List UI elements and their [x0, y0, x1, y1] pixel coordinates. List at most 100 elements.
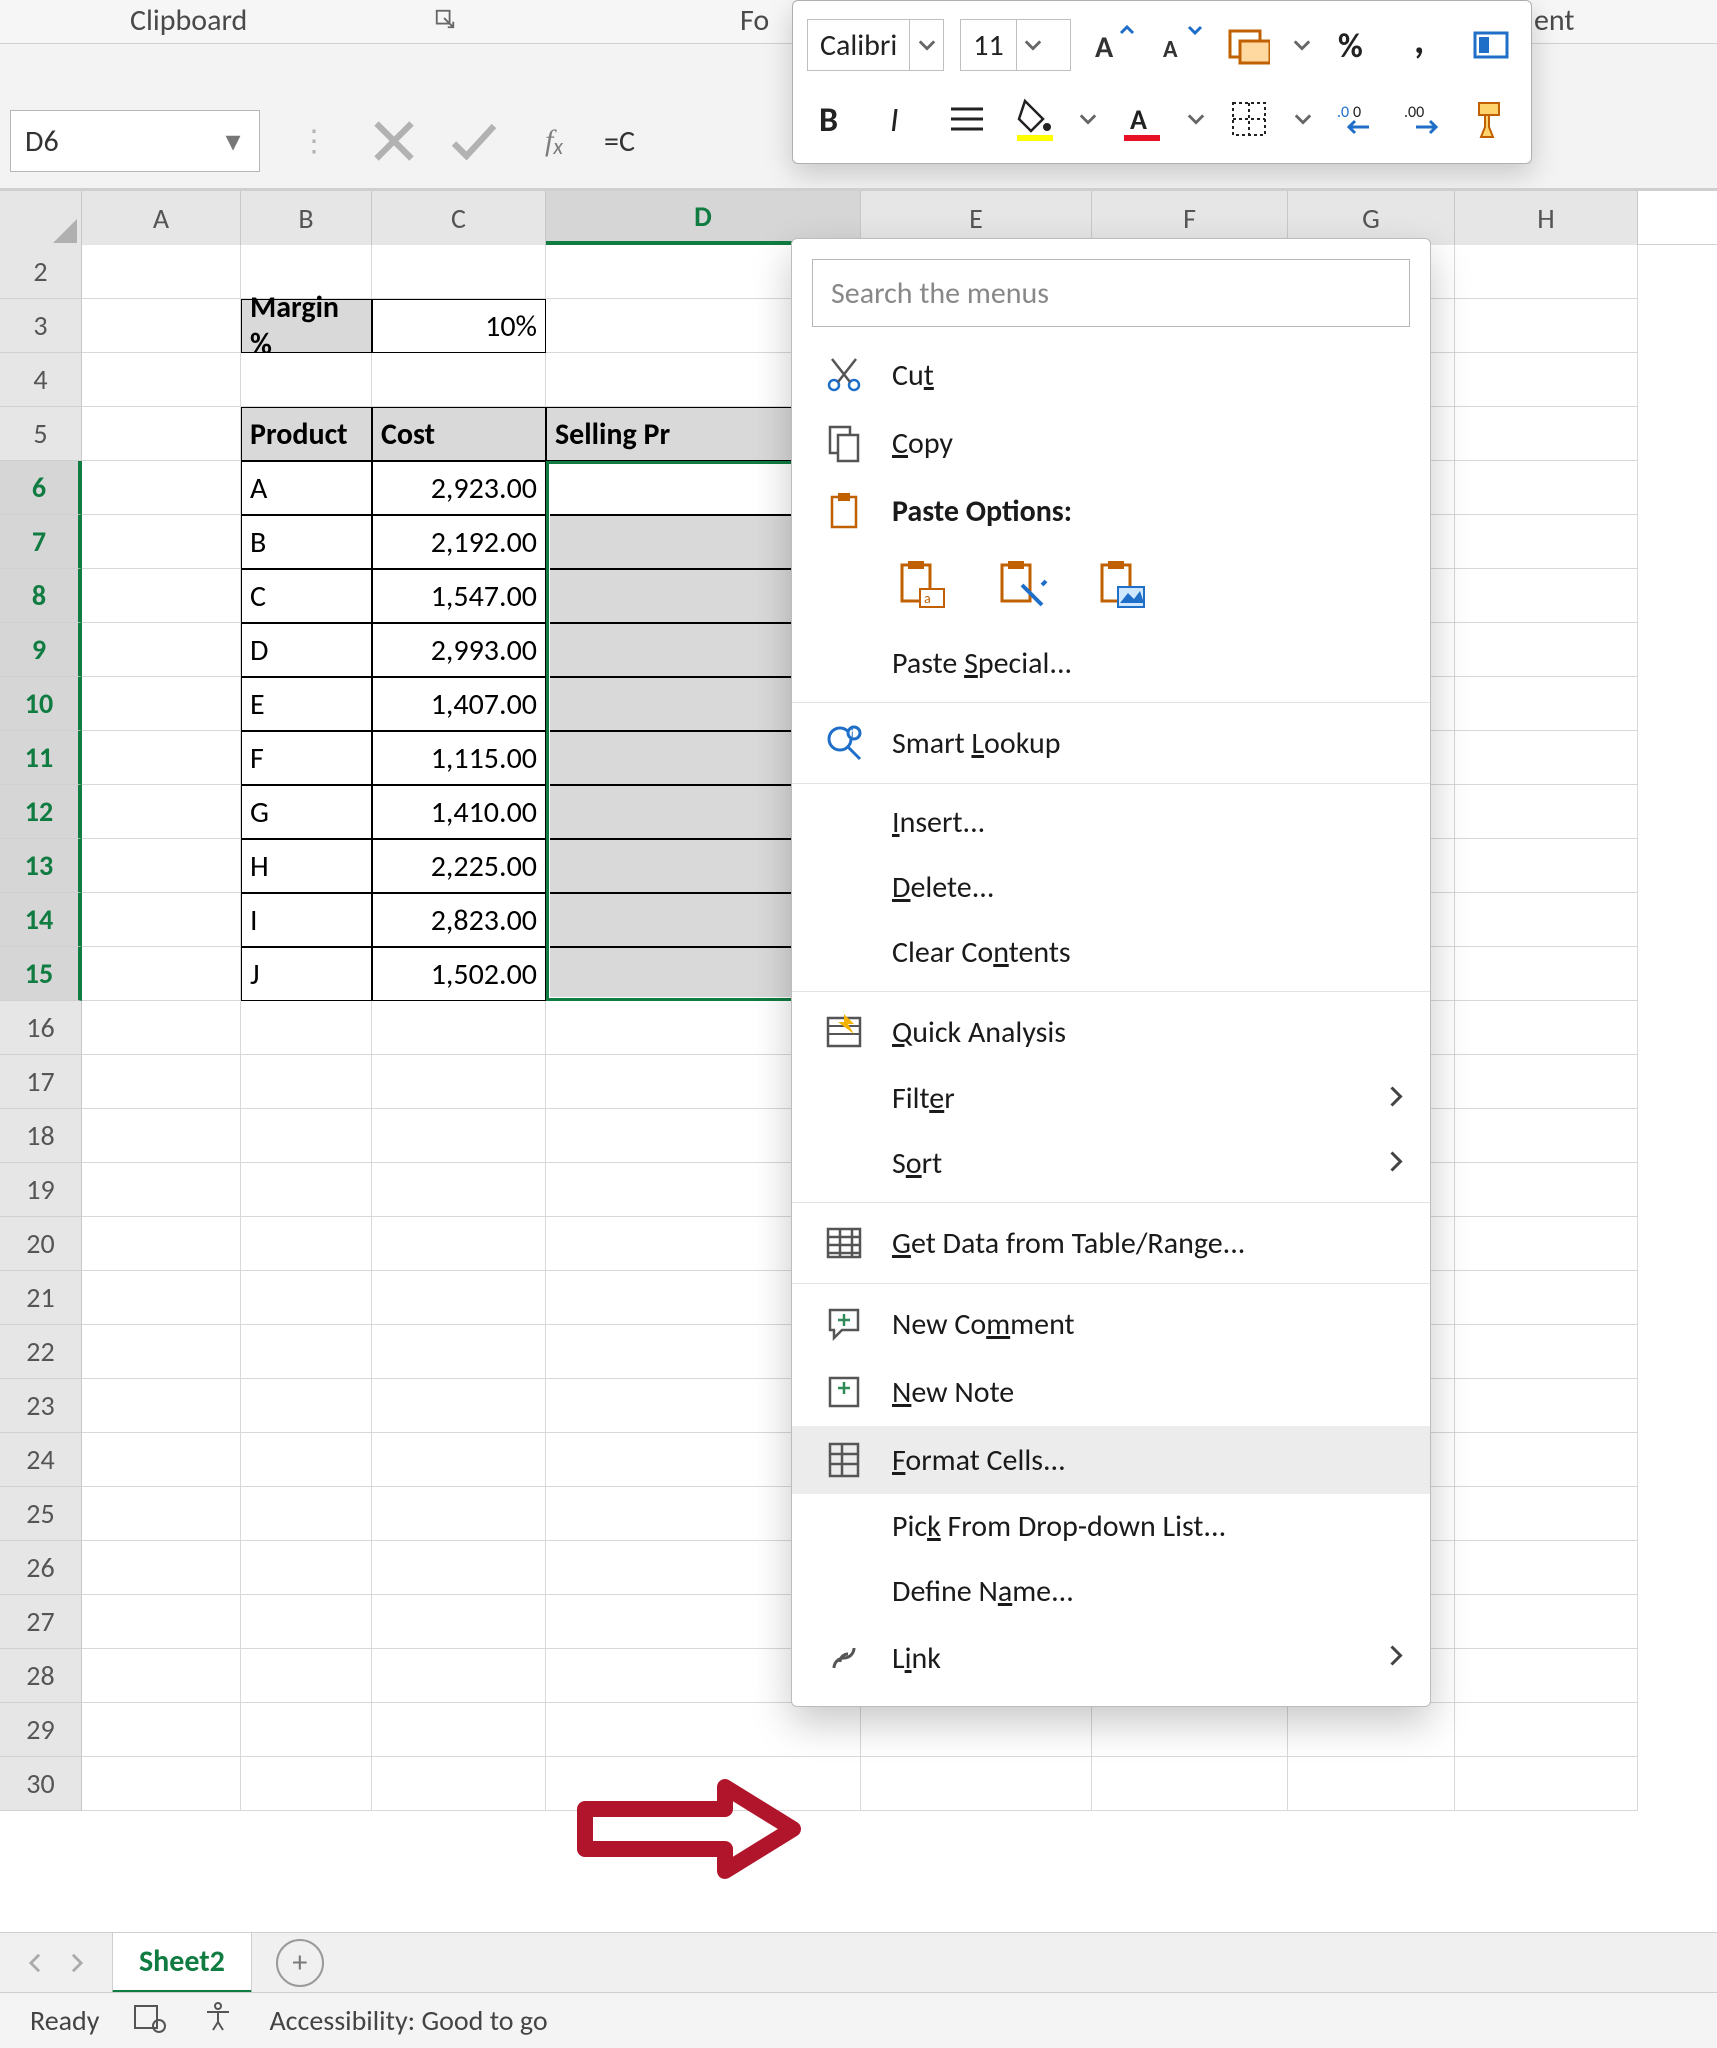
font-name-dropdown-icon[interactable] — [909, 20, 943, 70]
row-header-29[interactable]: 29 — [0, 1703, 82, 1757]
column-header-E[interactable]: E — [861, 191, 1092, 245]
cell[interactable]: B — [241, 515, 372, 569]
cell[interactable] — [82, 245, 241, 299]
cell[interactable] — [82, 1703, 241, 1757]
cell[interactable]: Product — [241, 407, 372, 461]
name-box-dropdown-icon[interactable]: ▾ — [215, 123, 251, 160]
cell[interactable] — [1455, 1433, 1638, 1487]
cell[interactable] — [372, 353, 546, 407]
column-header-A[interactable]: A — [82, 191, 241, 245]
paste-picture-icon[interactable] — [1092, 555, 1152, 615]
cell[interactable]: Margin % — [241, 299, 372, 353]
cell[interactable] — [546, 1703, 861, 1757]
cell[interactable]: D — [241, 623, 372, 677]
cell[interactable]: F — [241, 731, 372, 785]
cell[interactable] — [82, 1217, 241, 1271]
cell[interactable] — [1455, 677, 1638, 731]
column-header-G[interactable]: G — [1288, 191, 1455, 245]
clipboard-launcher-icon[interactable] — [432, 6, 458, 32]
row-header-11[interactable]: 11 — [0, 731, 82, 785]
percent-icon[interactable]: % — [1330, 17, 1382, 73]
cell[interactable]: 2,192.00 — [372, 515, 546, 569]
cell[interactable] — [372, 245, 546, 299]
cell[interactable] — [372, 1217, 546, 1271]
menu-define-name[interactable]: Define Name...Define Name... — [792, 1559, 1430, 1624]
cell[interactable] — [82, 1055, 241, 1109]
menu-link[interactable]: LinkLink — [792, 1624, 1430, 1692]
menu-delete[interactable]: Delete...Delete... — [792, 855, 1430, 920]
cell[interactable] — [82, 839, 241, 893]
row-header-4[interactable]: 4 — [0, 353, 82, 407]
cell[interactable] — [241, 1325, 372, 1379]
cell[interactable] — [82, 515, 241, 569]
paste-formulas-icon[interactable] — [992, 555, 1052, 615]
bold-icon[interactable]: B — [807, 91, 858, 147]
fx-icon[interactable]: fx — [524, 111, 584, 171]
menu-insert[interactable]: Insert...Insert... — [792, 790, 1430, 855]
fill-color-icon[interactable] — [1009, 91, 1060, 147]
cell[interactable]: 1,410.00 — [372, 785, 546, 839]
menu-clear-contents[interactable]: Clear ContentsClear Contents — [792, 920, 1430, 985]
name-box[interactable]: D6 ▾ — [10, 110, 260, 172]
row-header-13[interactable]: 13 — [0, 839, 82, 893]
cell[interactable] — [82, 353, 241, 407]
row-header-25[interactable]: 25 — [0, 1487, 82, 1541]
row-header-28[interactable]: 28 — [0, 1649, 82, 1703]
row-header-14[interactable]: 14 — [0, 893, 82, 947]
cell[interactable] — [1092, 1703, 1288, 1757]
cell[interactable] — [82, 1757, 241, 1811]
column-header-D[interactable]: D — [546, 191, 861, 245]
decrease-font-icon[interactable]: A — [1155, 17, 1207, 73]
row-header-24[interactable]: 24 — [0, 1433, 82, 1487]
decrease-decimal-icon[interactable]: .00 — [1398, 91, 1449, 147]
increase-decimal-icon[interactable]: .00 — [1331, 91, 1382, 147]
cell[interactable] — [1455, 839, 1638, 893]
cell[interactable] — [1455, 299, 1638, 353]
macro-record-icon[interactable] — [133, 2000, 167, 2042]
menu-new-comment[interactable]: New CommentNew Comment — [792, 1290, 1430, 1358]
cell[interactable] — [241, 1271, 372, 1325]
cell[interactable] — [1455, 245, 1638, 299]
cell[interactable]: 2,923.00 — [372, 461, 546, 515]
cell[interactable]: 2,823.00 — [372, 893, 546, 947]
row-header-19[interactable]: 19 — [0, 1163, 82, 1217]
cell[interactable] — [546, 1757, 861, 1811]
cell[interactable] — [241, 1001, 372, 1055]
cell[interactable] — [1455, 1055, 1638, 1109]
font-name-combo[interactable]: Calibri — [807, 19, 944, 71]
cell[interactable] — [372, 1595, 546, 1649]
cell[interactable] — [372, 1271, 546, 1325]
cell[interactable] — [372, 1325, 546, 1379]
cell[interactable] — [1455, 1703, 1638, 1757]
row-header-22[interactable]: 22 — [0, 1325, 82, 1379]
cell[interactable] — [82, 1001, 241, 1055]
cell[interactable] — [1455, 1271, 1638, 1325]
cell[interactable] — [82, 893, 241, 947]
cell[interactable]: C — [241, 569, 372, 623]
cell[interactable] — [82, 569, 241, 623]
row-header-16[interactable]: 16 — [0, 1001, 82, 1055]
cell[interactable] — [241, 1541, 372, 1595]
cell[interactable] — [1092, 1757, 1288, 1811]
cell[interactable] — [1455, 1487, 1638, 1541]
row-header-5[interactable]: 5 — [0, 407, 82, 461]
cell[interactable]: 1,502.00 — [372, 947, 546, 1001]
column-header-B[interactable]: B — [241, 191, 372, 245]
menu-filter[interactable]: FilterFilter — [792, 1066, 1430, 1131]
select-all-corner[interactable] — [0, 191, 82, 245]
comma-icon[interactable]: , — [1398, 17, 1450, 73]
borders-dropdown-icon[interactable] — [1291, 91, 1315, 147]
cell[interactable]: G — [241, 785, 372, 839]
cell[interactable] — [1455, 1001, 1638, 1055]
cell[interactable] — [82, 1541, 241, 1595]
row-header-12[interactable]: 12 — [0, 785, 82, 839]
cell[interactable] — [861, 1703, 1092, 1757]
row-header-17[interactable]: 17 — [0, 1055, 82, 1109]
menu-new-note[interactable]: New NoteNew Note — [792, 1358, 1430, 1426]
row-header-21[interactable]: 21 — [0, 1271, 82, 1325]
row-header-2[interactable]: 2 — [0, 245, 82, 299]
cell[interactable]: 10% — [372, 299, 546, 353]
cell[interactable] — [372, 1541, 546, 1595]
cell[interactable] — [241, 353, 372, 407]
cell[interactable] — [1455, 461, 1638, 515]
